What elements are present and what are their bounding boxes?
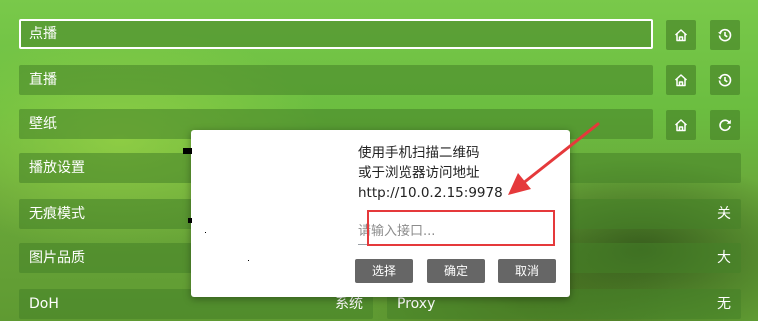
live-history-button[interactable] xyxy=(710,65,740,95)
image-quality-label: 图片品质 xyxy=(29,250,85,266)
proxy-label: Proxy xyxy=(397,296,436,312)
history-icon xyxy=(718,28,732,42)
home-icon xyxy=(674,119,688,132)
wallpaper-home-button[interactable] xyxy=(666,110,696,140)
vod-history-button[interactable] xyxy=(710,20,740,50)
refresh-icon xyxy=(719,119,731,132)
cancel-button[interactable]: 取消 xyxy=(498,259,556,283)
vod-home-button[interactable] xyxy=(666,20,696,50)
annotation-highlight-box xyxy=(367,210,555,246)
vod-label: 点播 xyxy=(29,26,57,42)
confirm-button[interactable]: 确定 xyxy=(427,259,485,283)
qr-fragment xyxy=(248,260,249,261)
incognito-value: 关 xyxy=(717,206,731,222)
qr-fragment xyxy=(183,148,192,154)
wallpaper-refresh-button[interactable] xyxy=(710,110,740,140)
incognito-label: 无痕模式 xyxy=(29,206,85,222)
annotation-arrow-icon xyxy=(508,122,600,195)
live-row[interactable]: 直播 xyxy=(19,65,653,95)
live-label: 直播 xyxy=(29,72,57,88)
qr-fragment xyxy=(205,232,206,233)
server-address: http://10.0.2.15:9978 xyxy=(358,185,503,201)
dialog-info: 使用手机扫描二维码 或于浏览器访问地址 http://10.0.2.15:997… xyxy=(358,143,503,203)
qr-fragment xyxy=(188,218,192,223)
wallpaper-label: 壁纸 xyxy=(29,116,57,132)
browser-instruction: 或于浏览器访问地址 xyxy=(358,165,480,181)
vod-row[interactable]: 点播 xyxy=(19,19,653,49)
home-icon xyxy=(674,29,688,42)
live-home-button[interactable] xyxy=(666,65,696,95)
doh-label: DoH xyxy=(29,296,59,312)
home-icon xyxy=(674,74,688,87)
history-icon xyxy=(718,73,732,87)
image-quality-value: 大 xyxy=(717,250,731,266)
qr-code xyxy=(183,130,351,297)
scan-instruction: 使用手机扫描二维码 xyxy=(358,145,480,161)
proxy-value: 无 xyxy=(717,296,731,312)
select-button[interactable]: 选择 xyxy=(355,259,413,283)
playback-settings-label: 播放设置 xyxy=(29,160,85,176)
